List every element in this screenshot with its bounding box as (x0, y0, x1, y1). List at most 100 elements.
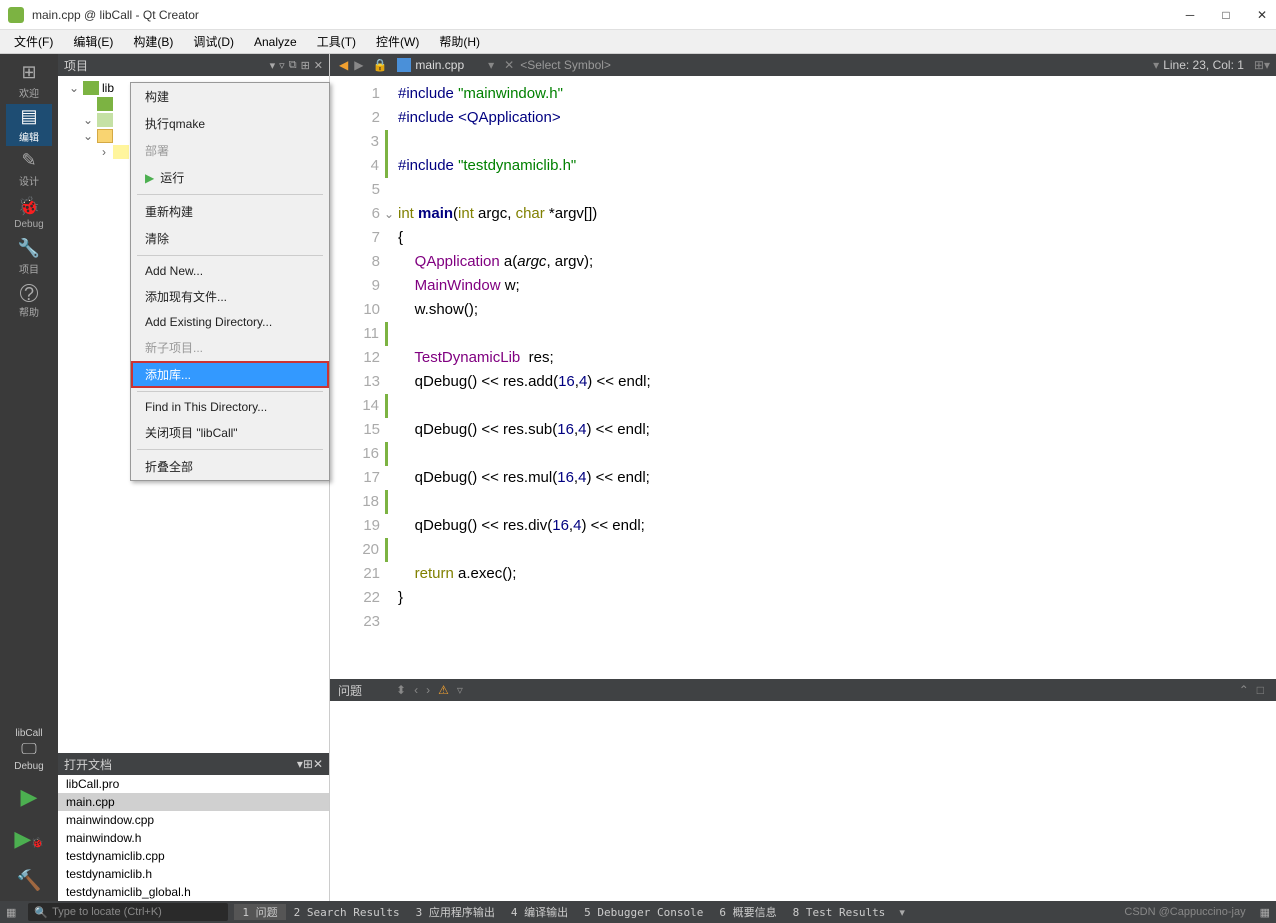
panel-dropdown-icon[interactable]: ▾ (270, 59, 276, 72)
mode-debug[interactable]: 🐞Debug (6, 192, 52, 234)
ctx-add-existing[interactable]: 添加现有文件... (131, 283, 329, 310)
status-tab-search[interactable]: 2 Search Results (286, 906, 408, 919)
mode-help[interactable]: ?帮助 (6, 280, 52, 322)
nav-back-icon[interactable]: ◀ (339, 58, 348, 72)
doc-item[interactable]: mainwindow.h (58, 829, 329, 847)
ctx-find-dir[interactable]: Find in This Directory... (131, 395, 329, 419)
menu-build[interactable]: 构建(B) (123, 31, 183, 52)
project-panel-header: 项目 ▾ ▿ ⧉ ⊞ ✕ (58, 54, 329, 76)
project-panel-title: 项目 (64, 57, 266, 74)
menu-debug[interactable]: 调试(D) (183, 31, 244, 52)
ctx-clean[interactable]: 清除 (131, 225, 329, 252)
problems-maximize-icon[interactable]: □ (1257, 683, 1264, 697)
toggle-sidebar-icon[interactable]: ▦ (0, 906, 22, 919)
menu-file[interactable]: 文件(F) (4, 31, 63, 52)
close-file-icon[interactable]: ✕ (504, 58, 514, 72)
ctx-add-new[interactable]: Add New... (131, 259, 329, 283)
file-dropdown-icon[interactable]: ▾ (488, 58, 494, 72)
mode-welcome[interactable]: ⊞欢迎 (6, 60, 52, 102)
ctx-collapse[interactable]: 折叠全部 (131, 453, 329, 480)
ctx-add-library[interactable]: 添加库... (131, 361, 329, 388)
lock-icon[interactable]: 🔒 (372, 58, 387, 72)
docs-split-icon[interactable]: ⊞ (303, 757, 313, 771)
build-button[interactable]: 🔨 (17, 868, 42, 893)
minimize-button[interactable]: ─ (1184, 9, 1196, 21)
status-tab-general[interactable]: 6 概要信息 (711, 904, 784, 920)
problems-filter-icon[interactable]: ⬍ (396, 683, 406, 697)
nav-forward-icon[interactable]: ▶ (354, 58, 363, 72)
line-gutter: 1234 5678 9101112 13141516 17181920 2122… (330, 76, 388, 679)
mode-sidebar: ⊞欢迎 ▤编辑 ✎设计 🐞Debug 🔧项目 ?帮助 libCall 🖵 Deb… (0, 54, 58, 901)
doc-item[interactable]: testdynamiclib.h (58, 865, 329, 883)
status-bar: ▦ 🔍 Type to locate (Ctrl+K) 1 问题 2 Searc… (0, 901, 1276, 923)
open-docs-header: 打开文档 ▾ ⊞ ✕ (58, 753, 329, 775)
ctx-close-project[interactable]: 关闭项目 "libCall" (131, 419, 329, 446)
open-docs-list: libCall.pro main.cpp mainwindow.cpp main… (58, 775, 329, 901)
problems-panel[interactable] (330, 701, 1276, 901)
filter-icon[interactable]: ▿ (279, 59, 285, 72)
problems-minimize-icon[interactable]: ⌃ (1239, 683, 1249, 697)
locator-input[interactable]: 🔍 Type to locate (Ctrl+K) (28, 903, 228, 921)
cpp-file-icon (397, 58, 411, 72)
symbol-dropdown-icon[interactable]: ▾ (1153, 58, 1159, 72)
warning-icon[interactable]: ⚠ (438, 683, 449, 697)
menu-help[interactable]: 帮助(H) (429, 31, 490, 52)
locator-placeholder: Type to locate (Ctrl+K) (52, 906, 162, 918)
symbol-selector[interactable]: <Select Symbol> (520, 58, 611, 72)
ctx-run[interactable]: ▶运行 (131, 164, 329, 191)
mode-projects[interactable]: 🔧项目 (6, 236, 52, 278)
problems-panel-header: 问题 ⬍ ‹ › ⚠ ▿ ⌃ □ (330, 679, 1276, 701)
ctx-deploy: 部署 (131, 137, 329, 164)
link-icon[interactable]: ⧉ (289, 59, 297, 72)
problems-filter2-icon[interactable]: ▿ (457, 683, 463, 697)
run-button[interactable]: ▶ (21, 784, 38, 810)
problems-next-icon[interactable]: › (426, 683, 430, 697)
watermark-text: CSDN @Cappuccino-jay (1124, 906, 1245, 918)
problems-prev-icon[interactable]: ‹ (414, 683, 418, 697)
split-icon[interactable]: ⊞ (301, 59, 310, 72)
code-content[interactable]: #include "mainwindow.h" #include <QAppli… (388, 76, 1276, 679)
status-tab-app-output[interactable]: 3 应用程序输出 (408, 904, 503, 920)
kit-selector[interactable]: libCall 🖵 Debug (14, 728, 43, 772)
close-panel-icon[interactable]: ✕ (314, 59, 323, 72)
code-editor[interactable]: 1234 5678 9101112 13141516 17181920 2122… (330, 76, 1276, 679)
doc-item[interactable]: testdynamiclib.cpp (58, 847, 329, 865)
status-tab-compile[interactable]: 4 编译输出 (503, 904, 576, 920)
ctx-qmake[interactable]: 执行qmake (131, 110, 329, 137)
mode-edit[interactable]: ▤编辑 (6, 104, 52, 146)
play-icon: ▶ (145, 171, 154, 185)
menu-edit[interactable]: 编辑(E) (63, 31, 123, 52)
menu-tools[interactable]: 工具(T) (307, 31, 366, 52)
line-col-indicator[interactable]: Line: 23, Col: 1 (1163, 58, 1244, 72)
ctx-rebuild[interactable]: 重新构建 (131, 198, 329, 225)
mode-design[interactable]: ✎设计 (6, 148, 52, 190)
search-icon: 🔍 (34, 906, 48, 919)
doc-item[interactable]: main.cpp (58, 793, 329, 811)
problems-title: 问题 (338, 682, 362, 699)
menu-widgets[interactable]: 控件(W) (366, 31, 429, 52)
status-tab-tests[interactable]: 8 Test Results (785, 906, 894, 919)
status-dropdown-icon[interactable]: ▾ (893, 906, 911, 919)
split-editor-icon[interactable]: ⊞▾ (1254, 58, 1270, 72)
editor-toolbar: ◀ ▶ 🔒 main.cpp ▾ ✕ <Select Symbol> ▾ Lin… (330, 54, 1276, 76)
separator (137, 449, 323, 450)
separator (137, 194, 323, 195)
toggle-right-sidebar-icon[interactable]: ▦ (1254, 906, 1276, 919)
status-tab-debugger[interactable]: 5 Debugger Console (576, 906, 711, 919)
doc-item[interactable]: mainwindow.cpp (58, 811, 329, 829)
maximize-button[interactable]: □ (1220, 9, 1232, 21)
menu-analyze[interactable]: Analyze (244, 33, 307, 51)
docs-close-icon[interactable]: ✕ (313, 757, 323, 771)
editor-filename[interactable]: main.cpp (415, 58, 464, 72)
debug-run-button[interactable]: ▶🐞 (14, 826, 43, 852)
close-button[interactable]: ✕ (1256, 9, 1268, 21)
doc-item[interactable]: libCall.pro (58, 775, 329, 793)
menu-bar: 文件(F) 编辑(E) 构建(B) 调试(D) Analyze 工具(T) 控件… (0, 30, 1276, 54)
ctx-add-dir[interactable]: Add Existing Directory... (131, 310, 329, 334)
status-tab-problems[interactable]: 1 问题 (234, 904, 285, 920)
title-bar: main.cpp @ libCall - Qt Creator ─ □ ✕ (0, 0, 1276, 30)
doc-item[interactable]: testdynamiclib_global.h (58, 883, 329, 901)
ctx-build[interactable]: 构建 (131, 83, 329, 110)
separator (137, 391, 323, 392)
app-icon (8, 7, 24, 23)
